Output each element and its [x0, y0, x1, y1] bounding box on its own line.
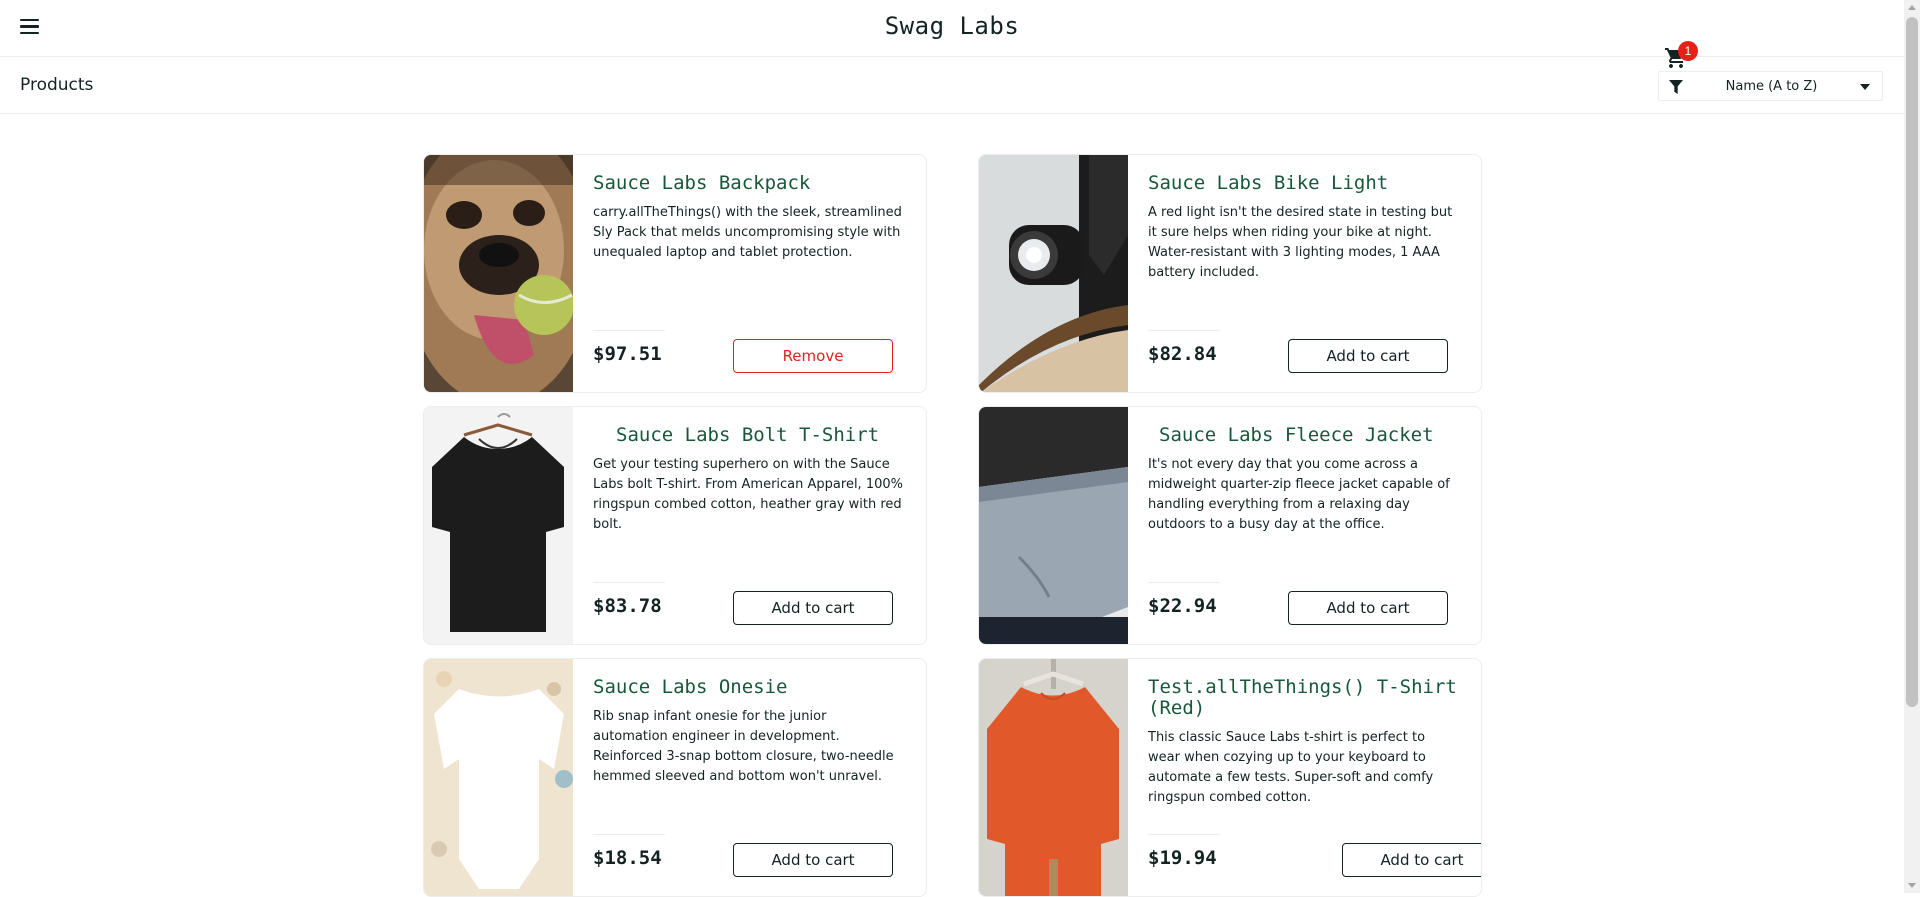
product-image-bolt-tshirt[interactable] — [424, 407, 573, 644]
product-description: It's not every day that you come across … — [1148, 457, 1450, 532]
sort-select[interactable]: Name (A to Z) — [1658, 71, 1883, 101]
app-logo: Swag Labs — [884, 12, 1020, 40]
add-to-cart-button[interactable]: Add to cart — [1342, 843, 1481, 877]
scrollbar-thumb[interactable] — [1906, 17, 1918, 707]
divider — [1148, 582, 1220, 583]
product-description: Get your testing superhero on with the S… — [593, 457, 903, 532]
divider — [593, 582, 665, 583]
scroll-down-arrow-icon[interactable] — [1908, 883, 1916, 888]
primary-header: Swag Labs — [0, 0, 1904, 57]
product-price: $22.94 — [1148, 595, 1217, 617]
product-image-onesie[interactable] — [424, 659, 573, 896]
sort-selected-label: Name (A to Z) — [1725, 79, 1818, 94]
product-price: $97.51 — [593, 343, 662, 365]
product-image-bike-light[interactable] — [979, 155, 1128, 392]
product-description: Rib snap infant onesie for the junior au… — [593, 709, 894, 784]
add-to-cart-button[interactable]: Add to cart — [1288, 591, 1448, 625]
divider — [1148, 330, 1220, 331]
product-name[interactable]: Sauce Labs Backpack — [593, 173, 903, 194]
product-price: $19.94 — [1148, 847, 1217, 869]
product-description: A red light isn't the desired state in t… — [1148, 205, 1453, 280]
add-to-cart-button[interactable]: Add to cart — [733, 591, 893, 625]
product-image-fleece-jacket[interactable] — [979, 407, 1128, 644]
inventory-item: Test.allTheThings() T-Shirt (Red) This c… — [978, 658, 1482, 897]
remove-button[interactable]: Remove — [733, 339, 893, 373]
inventory-item: Sauce Labs Backpack carry.allTheThings()… — [423, 154, 927, 393]
product-name[interactable]: Test.allTheThings() T-Shirt (Red) — [1148, 677, 1458, 719]
product-price: $18.54 — [593, 847, 662, 869]
divider — [1148, 834, 1220, 835]
inventory-item: Sauce Labs Bolt T-Shirt Get your testing… — [423, 406, 927, 645]
divider — [593, 834, 665, 835]
product-image-red-tshirt[interactable] — [979, 659, 1128, 896]
scrollbar[interactable] — [1904, 0, 1920, 893]
inventory-item: Sauce Labs Onesie Rib snap infant onesie… — [423, 658, 927, 897]
product-description: This classic Sauce Labs t-shirt is perfe… — [1148, 730, 1434, 805]
divider — [593, 330, 665, 331]
secondary-header: Products Name (A to Z) — [0, 57, 1904, 114]
add-to-cart-button[interactable]: Add to cart — [1288, 339, 1448, 373]
product-name[interactable]: Sauce Labs Onesie — [593, 677, 903, 698]
product-image-backpack[interactable] — [424, 155, 573, 392]
page-title: Products — [20, 75, 94, 95]
chevron-down-icon — [1860, 84, 1870, 90]
product-price: $82.84 — [1148, 343, 1217, 365]
inventory-item: Sauce Labs Fleece Jacket It's not every … — [978, 406, 1482, 645]
product-name[interactable]: Sauce Labs Fleece Jacket — [1148, 425, 1458, 446]
inventory-item: Sauce Labs Bike Light A red light isn't … — [978, 154, 1482, 393]
product-description: carry.allTheThings() with the sleek, str… — [593, 205, 902, 260]
product-name[interactable]: Sauce Labs Bike Light — [1148, 173, 1458, 194]
add-to-cart-button[interactable]: Add to cart — [733, 843, 893, 877]
product-price: $83.78 — [593, 595, 662, 617]
scroll-up-arrow-icon[interactable] — [1908, 5, 1916, 10]
product-name[interactable]: Sauce Labs Bolt T-Shirt — [593, 425, 903, 446]
